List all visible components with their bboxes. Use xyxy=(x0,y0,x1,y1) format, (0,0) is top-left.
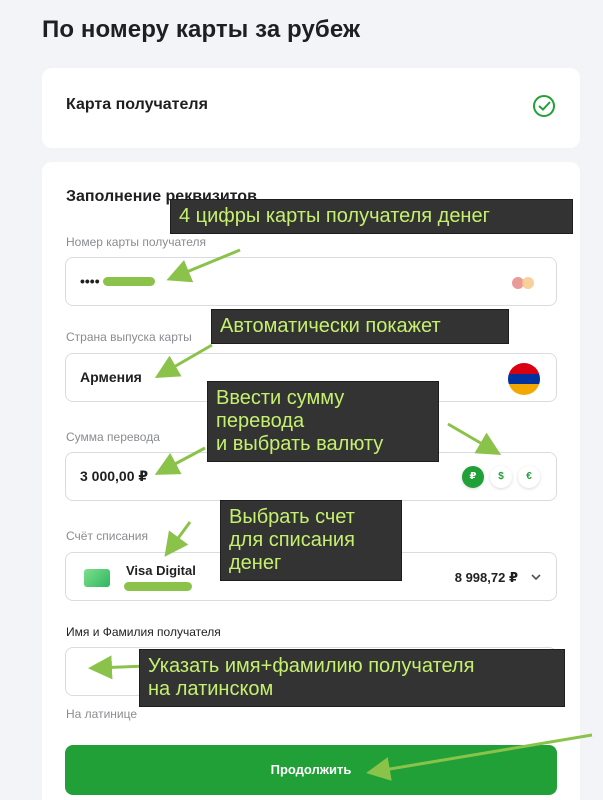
annotation-name: Указать имя+фамилию получателя на латинс… xyxy=(139,649,565,707)
annotation-amount: Ввести сумму перевода и выбрать валюту xyxy=(207,381,439,462)
annotation-account: Выбрать счет для списания денег xyxy=(220,500,402,581)
annotation-auto-show: Автоматически покажет xyxy=(211,309,509,344)
annotation-card-digits: 4 цифры карты получателя денег xyxy=(170,199,573,234)
